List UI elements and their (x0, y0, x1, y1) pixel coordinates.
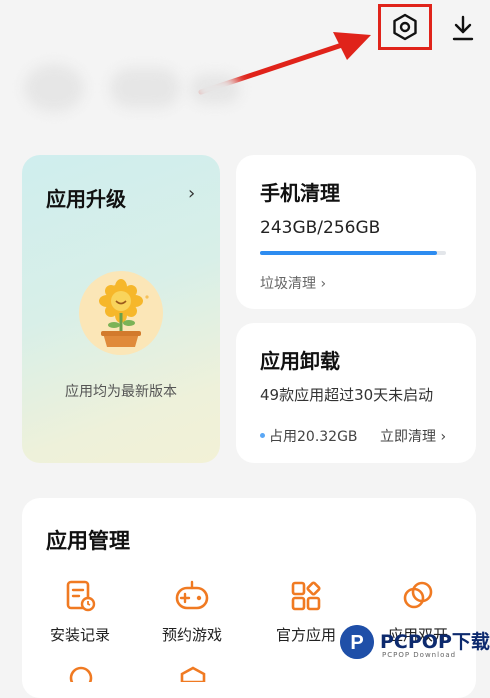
tool-reserve-games[interactable]: 预约游戏 (142, 576, 242, 645)
app-upgrade-card[interactable]: 应用升级 › 应用均为最新版本 (22, 155, 220, 463)
storage-usage-text: 243GB/256GB (260, 218, 381, 238)
gamepad-icon (175, 580, 209, 610)
download-button[interactable] (446, 10, 480, 46)
storage-progress-fill (260, 251, 437, 255)
chevron-right-icon: › (188, 183, 196, 204)
tool-install-record[interactable]: 安装记录 (30, 576, 130, 645)
clean-now-link[interactable]: 立即清理 › (380, 426, 446, 446)
avatar (24, 64, 84, 112)
upgrade-title: 应用升级 (46, 187, 126, 211)
usage-dot (260, 433, 265, 438)
username-suffix (190, 74, 240, 104)
tool-label: 安装记录 (49, 626, 110, 644)
watermark-brand: PCPOP下载 (380, 631, 490, 653)
pcpop-logo-icon: P (340, 625, 374, 659)
app-uninstall-card[interactable]: 应用卸载 49款应用超过30天未启动 占用20.32GB 立即清理 › (236, 323, 476, 463)
management-title: 应用管理 (46, 529, 130, 553)
tool-label: 预约游戏 (161, 626, 222, 644)
install-record-icon (66, 580, 96, 612)
hexagon-gear-icon (393, 13, 417, 41)
uninstall-usage: 占用20.32GB (269, 429, 358, 445)
storage-progress-bar (260, 251, 446, 255)
clean-title: 手机清理 (260, 181, 340, 205)
uninstall-title: 应用卸载 (260, 349, 340, 373)
watermark-sub: PCPOP Download (382, 651, 457, 659)
dual-app-icon (403, 581, 433, 609)
svg-text:P: P (350, 632, 363, 654)
username (110, 68, 180, 108)
sunflower-illustration (79, 271, 163, 355)
next-row-icon (69, 666, 93, 682)
settings-button[interactable] (378, 4, 432, 50)
uninstall-description: 49款应用超过30天未启动 (260, 386, 434, 404)
grid-apps-icon (291, 581, 321, 611)
profile-area (20, 58, 260, 118)
junk-clean-link[interactable]: 垃圾清理 › (260, 273, 326, 293)
upgrade-status: 应用均为最新版本 (65, 384, 177, 400)
next-row-icon (180, 666, 206, 682)
download-icon (452, 15, 474, 41)
pcpop-watermark: P PCPOP下载 PCPOP Download (338, 619, 490, 669)
phone-clean-card[interactable]: 手机清理 243GB/256GB 垃圾清理 › (236, 155, 476, 309)
